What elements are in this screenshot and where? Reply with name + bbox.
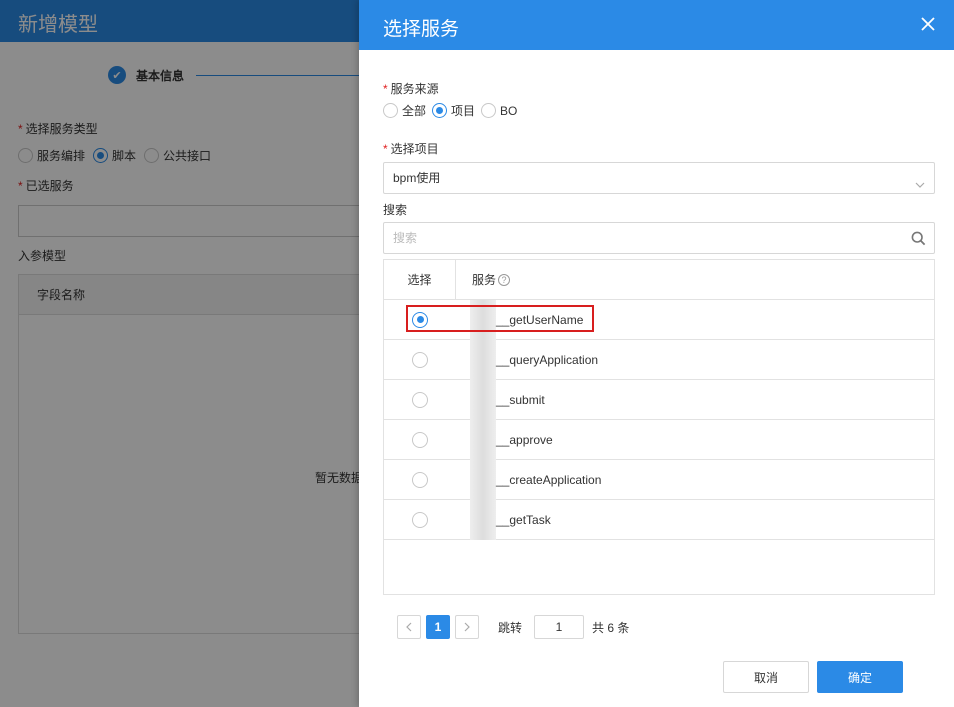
search-box: [383, 222, 935, 254]
redacted-prefix: [470, 340, 496, 380]
project-select-value: bpm使用: [393, 171, 441, 185]
row-select-cell: [384, 351, 456, 368]
row-select-cell: [384, 391, 456, 408]
required-mark: *: [383, 82, 388, 96]
radio-circle[interactable]: [481, 103, 497, 118]
drawer-title: 选择服务: [383, 19, 460, 40]
table-row[interactable]: __createApplication: [384, 460, 934, 500]
search-icon[interactable]: [911, 231, 926, 249]
service-name: __queryApplication: [496, 352, 599, 367]
chevron-down-icon: [914, 172, 926, 202]
service-name: __getTask: [496, 512, 551, 527]
service-name: __submit: [496, 392, 545, 407]
chevron-left-icon: [406, 622, 412, 632]
row-radio[interactable]: [412, 351, 428, 368]
redacted-prefix: [470, 380, 496, 420]
jump-label: 跳转: [498, 620, 523, 635]
total-count: 共 6 条: [592, 620, 630, 635]
table-row[interactable]: __submit: [384, 380, 934, 420]
search-input[interactable]: [384, 223, 884, 253]
page-number-button[interactable]: 1: [426, 615, 450, 639]
row-select-cell: [384, 511, 456, 528]
row-radio[interactable]: [412, 391, 428, 408]
service-name: __createApplication: [496, 472, 602, 487]
source-option-project[interactable]: 项目: [432, 102, 475, 119]
table-row[interactable]: __getUserName: [384, 300, 934, 340]
radio-circle-selected[interactable]: [432, 103, 448, 118]
select-project-label: * 选择项目: [383, 142, 439, 156]
row-select-cell: [384, 431, 456, 448]
service-name: __approve: [496, 432, 553, 447]
row-radio[interactable]: [412, 431, 428, 448]
source-option-bo[interactable]: BO: [481, 103, 517, 118]
drawer-header: 选择服务: [359, 0, 954, 50]
redacted-prefix: [470, 460, 496, 500]
confirm-button[interactable]: 确定: [817, 661, 903, 693]
redacted-prefix: [470, 420, 496, 460]
service-table: 选择 服务 ? __getUserName __queryApplication…: [383, 259, 935, 595]
service-source-radio-group: 全部 项目 BO: [383, 102, 523, 119]
row-radio[interactable]: [412, 511, 428, 528]
required-mark: *: [383, 142, 388, 156]
jump-page-input[interactable]: [534, 615, 585, 639]
table-row[interactable]: __getTask: [384, 500, 934, 540]
col-select-header: 选择: [384, 260, 456, 299]
help-icon[interactable]: ?: [498, 273, 511, 286]
source-option-all[interactable]: 全部: [383, 102, 426, 119]
redacted-prefix: [470, 500, 496, 540]
pagination: 1 跳转 共 6 条: [397, 615, 629, 639]
col-service-header: 服务 ?: [456, 260, 511, 299]
chevron-right-icon: [464, 622, 470, 632]
project-select[interactable]: bpm使用: [383, 162, 935, 194]
search-label: 搜索: [383, 203, 408, 217]
cancel-button[interactable]: 取消: [723, 661, 809, 693]
highlight-box: [406, 305, 594, 332]
table-row[interactable]: __queryApplication: [384, 340, 934, 380]
close-icon[interactable]: [920, 16, 938, 34]
table-row[interactable]: __approve: [384, 420, 934, 460]
select-service-drawer: 选择服务 * 服务来源 全部 项目 BO * 选择项目 bpm使用 搜索 搜索 …: [359, 0, 954, 707]
service-source-label: * 服务来源: [383, 82, 439, 96]
next-page-button[interactable]: [455, 615, 479, 639]
prev-page-button[interactable]: [397, 615, 421, 639]
row-select-cell: [384, 471, 456, 488]
row-radio[interactable]: [412, 471, 428, 488]
table-header: 选择 服务 ?: [384, 260, 934, 300]
radio-circle[interactable]: [383, 103, 398, 118]
